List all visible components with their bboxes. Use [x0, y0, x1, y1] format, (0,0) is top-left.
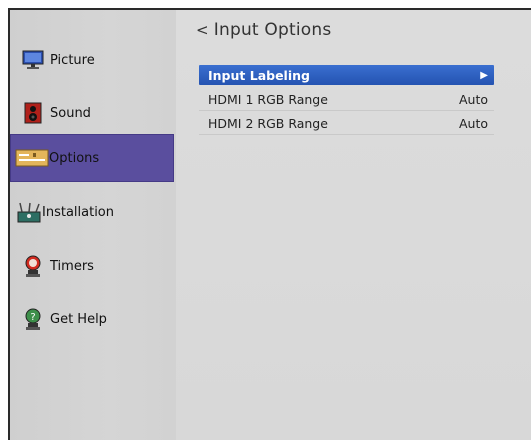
satellite-tools-icon [16, 201, 42, 223]
help-globe-icon: ? [22, 308, 44, 330]
sidebar-item-label: Picture [50, 52, 95, 68]
sidebar-item-picture[interactable]: Picture [10, 36, 174, 84]
menu-row-hdmi1-rgb-range[interactable]: HDMI 1 RGB Range Auto [199, 89, 494, 109]
sidebar-item-label: Timers [50, 258, 94, 274]
sidebar-item-label: Installation [42, 204, 115, 220]
row-label: HDMI 2 RGB Range [208, 115, 328, 131]
speaker-icon [22, 102, 44, 124]
sidebar-item-options[interactable]: Options [10, 134, 174, 182]
row-value: Auto [458, 115, 488, 131]
sidebar-item-label: Options [49, 150, 100, 166]
options-panel: < Input Options Input Labeling ▶ HDMI 1 … [176, 10, 531, 440]
row-label: HDMI 1 RGB Range [208, 91, 328, 107]
page-title-text: Input Options [213, 20, 332, 40]
settings-sidebar: Picture Sound Options Installation Timer… [10, 10, 177, 440]
monitor-icon [22, 49, 44, 71]
sidebar-item-sound[interactable]: Sound [10, 89, 174, 137]
menu-row-hdmi2-rgb-range[interactable]: HDMI 2 RGB Range Auto [199, 113, 494, 133]
chevron-right-icon: ▶ [480, 69, 488, 81]
sidebar-item-label: Sound [50, 105, 91, 121]
sidebar-item-timers[interactable]: Timers [10, 242, 174, 290]
row-label: Input Labeling [208, 67, 310, 83]
alarm-icon [22, 255, 44, 277]
row-divider [199, 110, 494, 111]
page-title: < Input Options [196, 20, 331, 40]
sidebar-item-installation[interactable]: Installation [10, 188, 174, 236]
options-panel-icon [15, 147, 49, 169]
back-chevron-icon[interactable]: < [196, 21, 209, 39]
svg-text:?: ? [30, 312, 35, 323]
row-divider [199, 134, 494, 135]
sidebar-item-get-help[interactable]: ? Get Help [10, 295, 174, 343]
sidebar-item-label: Get Help [50, 311, 107, 327]
tv-settings-screen: Picture Sound Options Installation Timer… [8, 8, 531, 440]
row-value: Auto [458, 91, 488, 107]
menu-row-input-labeling[interactable]: Input Labeling ▶ [199, 65, 494, 85]
